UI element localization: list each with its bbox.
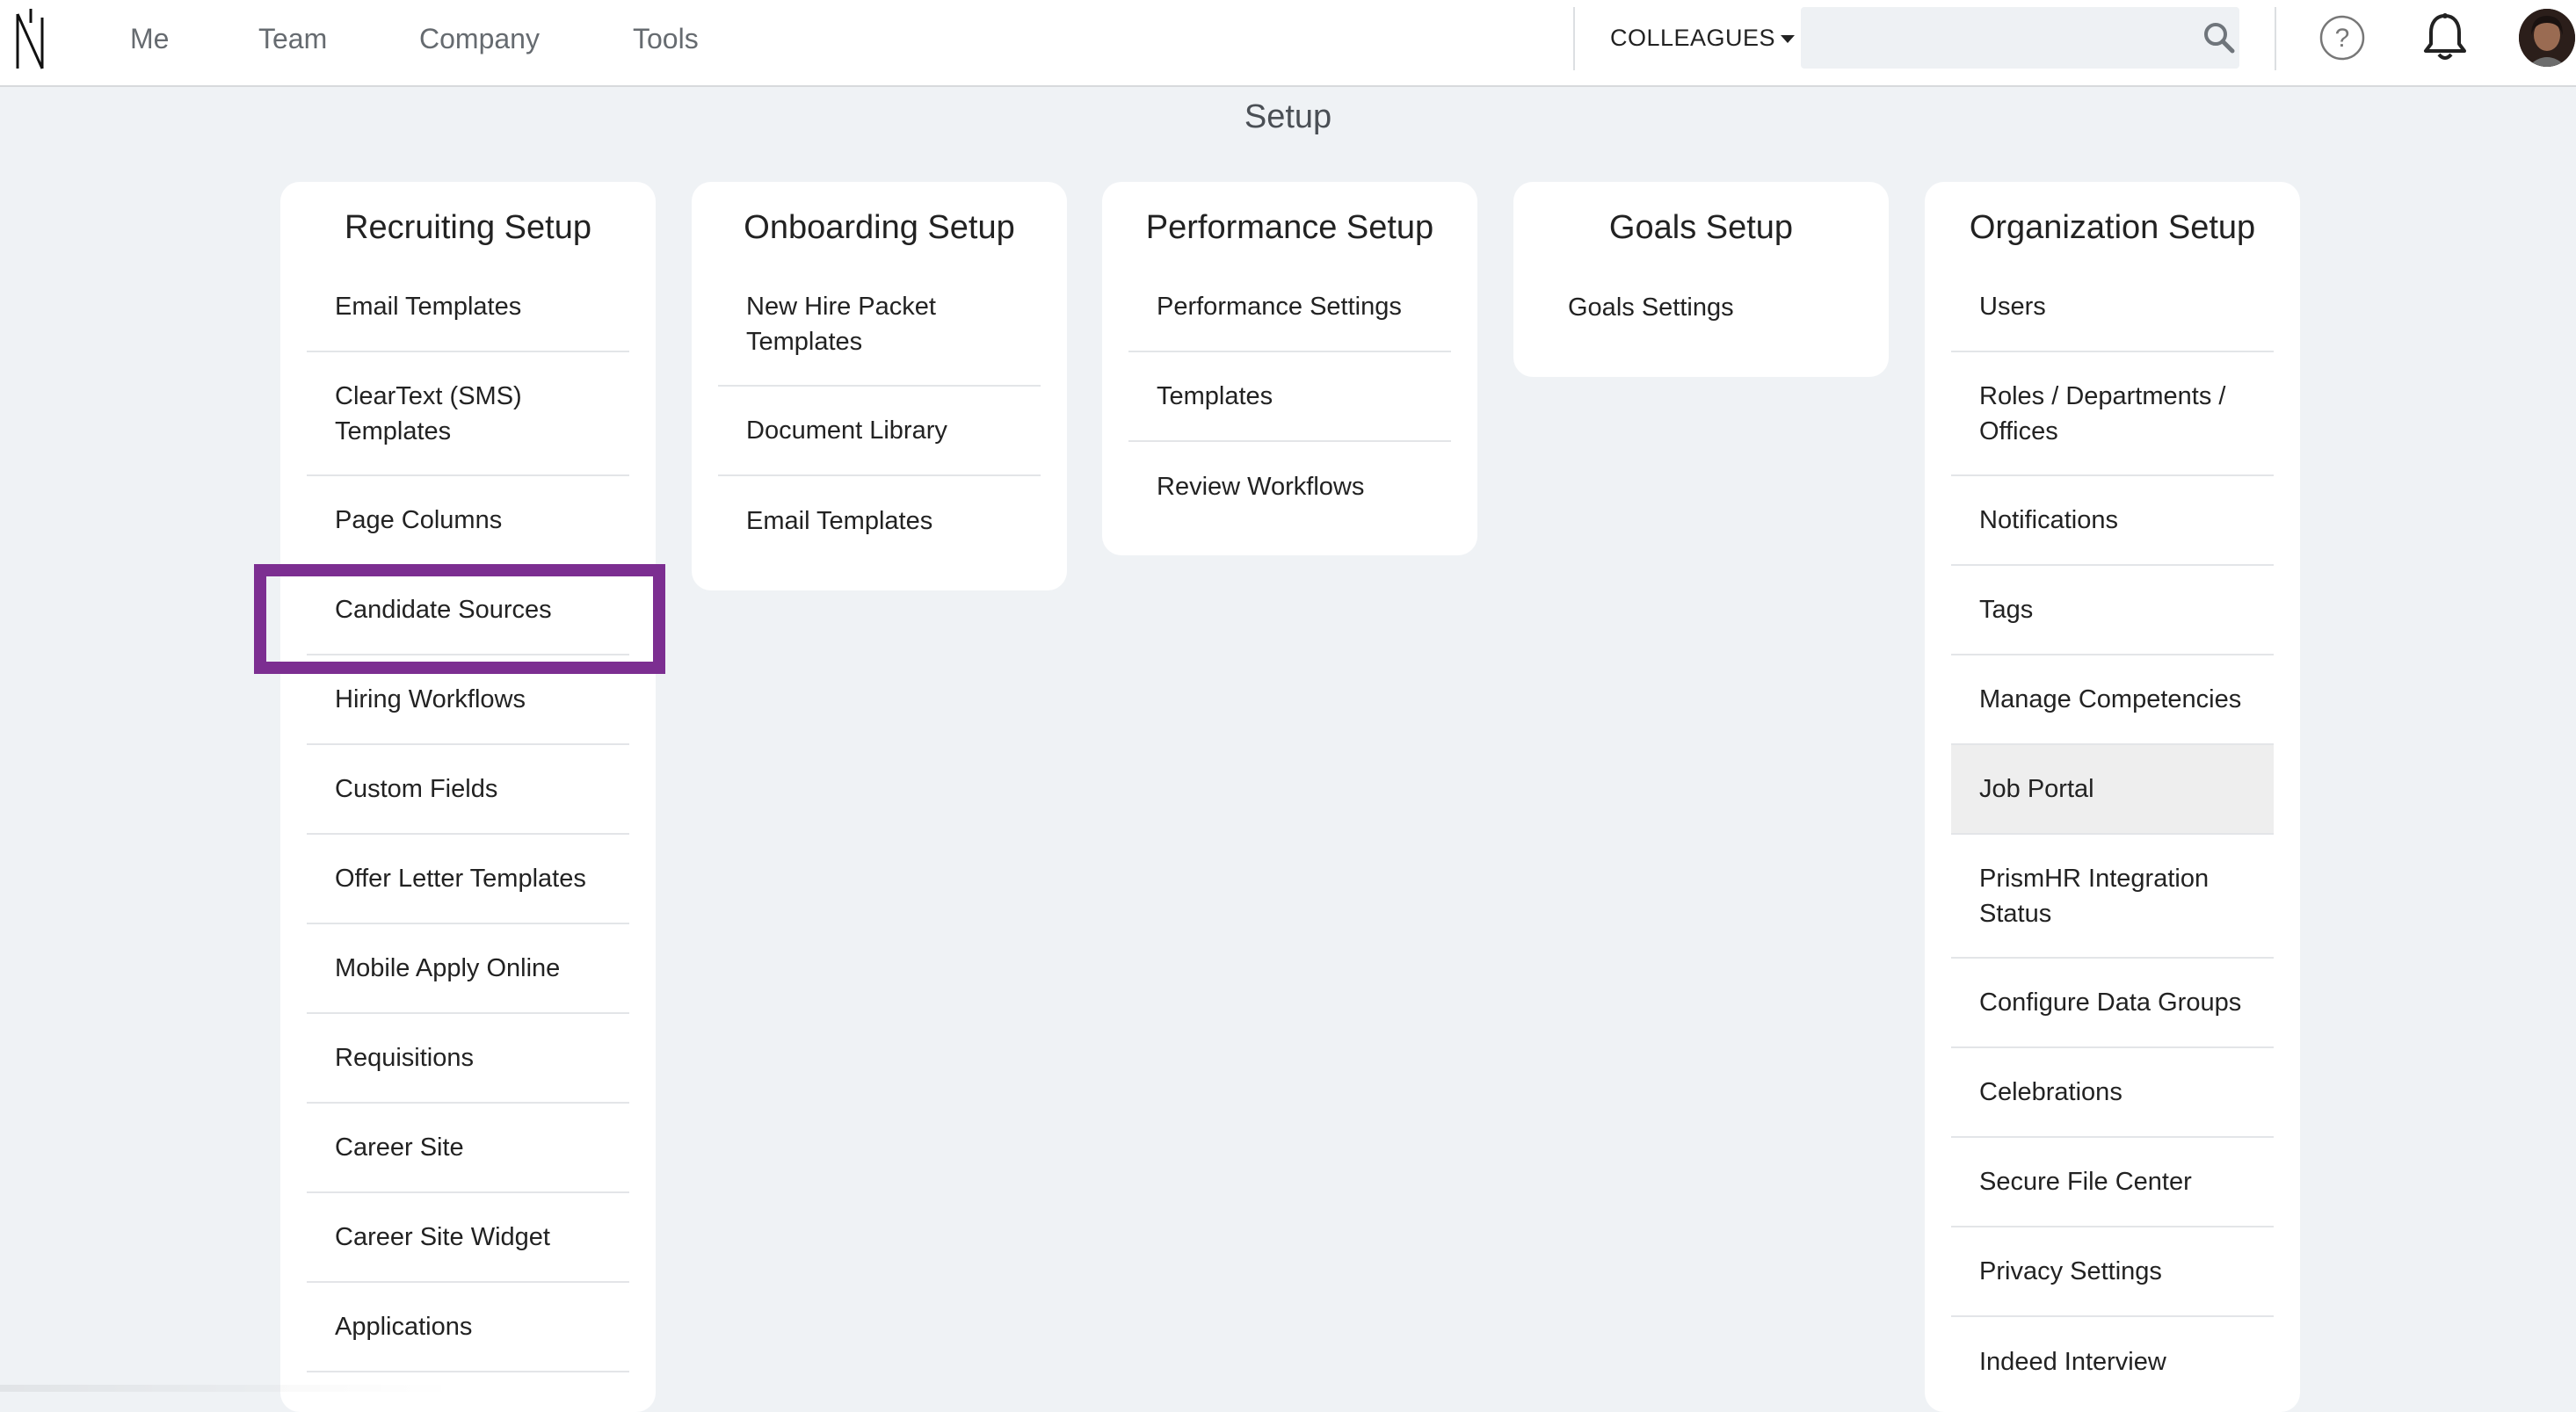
card-organization-setup: Organization Setup Users Roles / Departm…	[1925, 182, 2300, 1412]
divider	[1573, 7, 1575, 70]
nav-company[interactable]: Company	[419, 0, 540, 77]
nav-tools[interactable]: Tools	[633, 0, 699, 77]
top-navigation-bar: Me Team Company Tools COLLEAGUES ?	[0, 0, 2576, 87]
list-item[interactable]: Configure Data Groups	[1951, 959, 2274, 1048]
help-icon[interactable]: ?	[2318, 14, 2366, 62]
card-onboarding-setup: Onboarding Setup New Hire Packet Templat…	[692, 182, 1067, 590]
list-item[interactable]: Privacy Settings	[1951, 1227, 2274, 1317]
list-item[interactable]: Templates	[1128, 352, 1451, 442]
list-item[interactable]: Secure File Center	[1951, 1138, 2274, 1227]
list-item[interactable]: Notifications	[1951, 476, 2274, 566]
list-item[interactable]: Document Library	[718, 387, 1041, 476]
card-recruiting-setup: Recruiting Setup Email Templates ClearTe…	[280, 182, 656, 1412]
list-item[interactable]: PrismHR Integration Status	[1951, 835, 2274, 959]
page-title: Setup	[1244, 98, 1332, 135]
search-icon[interactable]	[2202, 21, 2236, 54]
bell-icon[interactable]	[2421, 12, 2469, 63]
search-input[interactable]	[1801, 7, 2239, 69]
card-title: Recruiting Setup	[345, 209, 591, 246]
list-item[interactable]: Mobile Apply Online	[307, 924, 629, 1014]
list-item[interactable]: Performance Settings	[1128, 263, 1451, 352]
svg-text:?: ?	[2335, 24, 2350, 53]
colleagues-label: COLLEAGUES	[1610, 25, 1776, 51]
user-avatar-image	[2519, 9, 2575, 67]
list-item[interactable]: Review Workflows	[1128, 442, 1451, 532]
card-title: Onboarding Setup	[744, 209, 1015, 246]
scroll-shadow	[0, 1385, 457, 1392]
list-item[interactable]: Career Site Widget	[307, 1193, 629, 1283]
list-item[interactable]: Requisitions	[307, 1014, 629, 1104]
list-item[interactable]: ClearText (SMS) Templates	[307, 352, 629, 476]
list-item[interactable]: Email Templates	[307, 263, 629, 352]
list-item[interactable]: Email Templates	[718, 476, 1041, 566]
setup-list: Goals Settings	[1513, 263, 1889, 352]
list-item[interactable]: Applications	[307, 1283, 629, 1372]
nav-me[interactable]: Me	[130, 0, 169, 77]
setup-list: New Hire Packet Templates Document Libra…	[692, 263, 1067, 566]
list-item[interactable]: Manage Competencies	[1951, 655, 2274, 745]
setup-list: Email Templates ClearText (SMS) Template…	[280, 263, 656, 1372]
caret-down-icon	[1781, 35, 1796, 44]
avatar[interactable]	[2519, 9, 2575, 67]
nav-team[interactable]: Team	[258, 0, 327, 77]
card-title: Goals Setup	[1608, 209, 1794, 246]
list-item-candidate-sources[interactable]: Candidate Sources	[307, 566, 629, 655]
list-item[interactable]: Roles / Departments / Offices	[1951, 352, 2274, 476]
list-item[interactable]: Tags	[1951, 566, 2274, 655]
colleagues-dropdown[interactable]: COLLEAGUES	[1610, 0, 1796, 77]
card-goals-setup: Goals Setup Goals Settings	[1513, 182, 1889, 377]
card-title: Performance Setup	[1145, 209, 1434, 246]
setup-list: Performance Settings Templates Review Wo…	[1102, 263, 1477, 532]
card-title: Organization Setup	[1969, 209, 2256, 246]
list-item[interactable]: Hiring Workflows	[307, 655, 629, 745]
list-item[interactable]: Offer Letter Templates	[307, 835, 629, 924]
list-item[interactable]: Goals Settings	[1540, 263, 1862, 352]
list-item[interactable]: New Hire Packet Templates	[718, 263, 1041, 387]
setup-list: Users Roles / Departments / Offices Noti…	[1925, 263, 2300, 1407]
list-item[interactable]: Users	[1951, 263, 2274, 352]
list-item[interactable]: Career Site	[307, 1104, 629, 1193]
list-item[interactable]: Page Columns	[307, 476, 629, 566]
divider	[2275, 7, 2276, 70]
list-item[interactable]: Custom Fields	[307, 745, 629, 835]
list-item[interactable]: Indeed Interview	[1951, 1317, 2274, 1407]
logo-n-icon[interactable]	[9, 5, 53, 72]
list-item[interactable]: Celebrations	[1951, 1048, 2274, 1138]
card-performance-setup: Performance Setup Performance Settings T…	[1102, 182, 1477, 555]
list-item-job-portal[interactable]: Job Portal	[1951, 745, 2274, 835]
